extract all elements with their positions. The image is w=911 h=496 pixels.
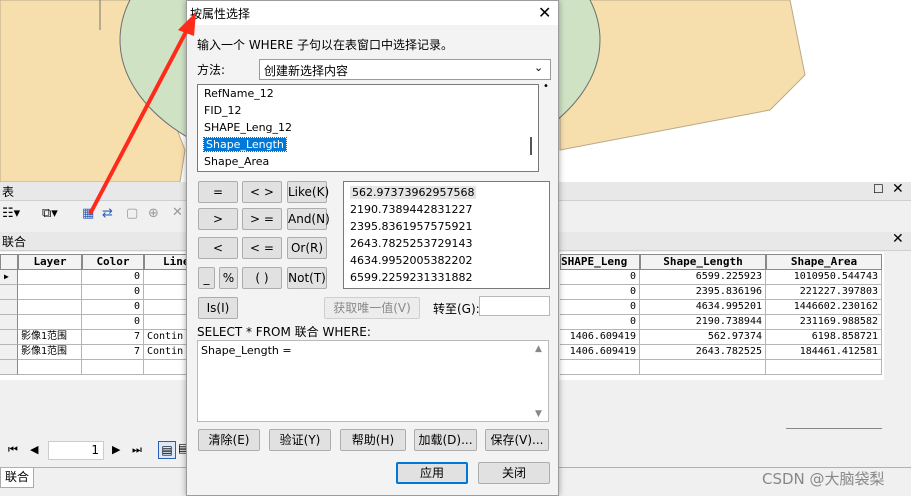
annotation-arrow — [88, 12, 196, 215]
